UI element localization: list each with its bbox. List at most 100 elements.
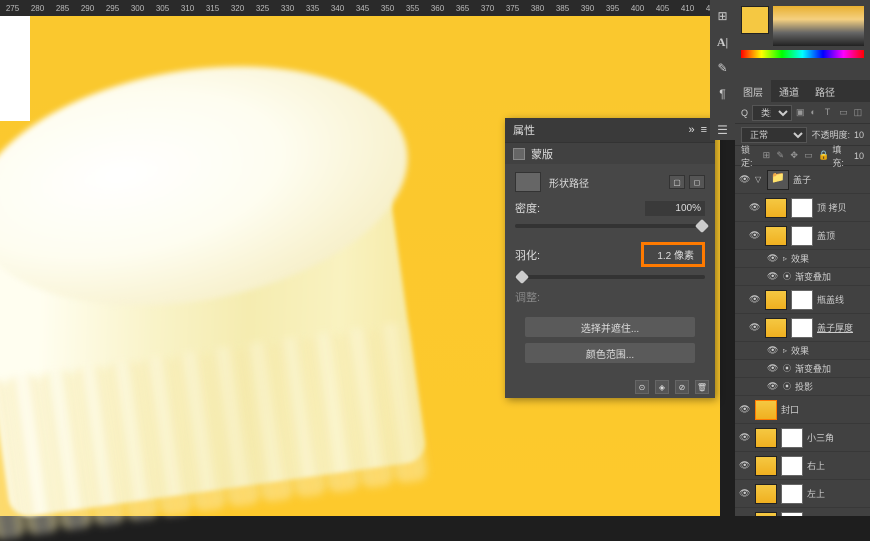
layer-name[interactable]: 左上 (807, 487, 825, 500)
pixel-mask-button[interactable]: ▢ (669, 175, 685, 189)
layer-item[interactable]: 👁 瓶盖线 (735, 286, 870, 314)
layer-name[interactable]: 瓶盖线 (817, 293, 844, 306)
adjust-icon[interactable]: ☰ (715, 122, 731, 138)
feather-slider[interactable] (515, 275, 705, 279)
tab-paths[interactable]: 路径 (807, 80, 843, 102)
mask-icon (513, 148, 525, 160)
vector-mask-button[interactable]: ◻ (689, 175, 705, 189)
collapse-icon[interactable]: » (688, 124, 694, 136)
mask-thumbnail[interactable] (781, 512, 803, 517)
layer-thumbnail[interactable] (755, 400, 777, 420)
mask-thumbnail[interactable] (791, 290, 813, 310)
layer-group[interactable]: 👁▽📁盖子 (735, 166, 870, 194)
layer-thumbnail[interactable] (765, 198, 787, 218)
opacity-value[interactable]: 10 (854, 130, 864, 140)
layer-name[interactable]: 盖顶 (817, 229, 835, 242)
visibility-icon[interactable]: 👁 (767, 253, 779, 264)
layer-item[interactable]: 👁右花纹 (735, 508, 870, 516)
hue-strip[interactable] (741, 50, 864, 58)
feather-highlight (641, 242, 705, 267)
select-and-mask-button[interactable]: 选择并遮住... (525, 317, 695, 337)
feather-input[interactable] (648, 247, 698, 262)
visibility-icon[interactable]: 👁 (767, 363, 779, 374)
layer-name[interactable]: 盖子厚度 (817, 321, 853, 334)
filter-pixel-icon[interactable]: ▣ (796, 107, 806, 119)
layer-thumbnail[interactable] (755, 428, 777, 448)
ruler-icon[interactable]: ⊞ (715, 8, 731, 24)
fill-value[interactable]: 10 (854, 151, 864, 161)
visibility-icon[interactable]: 👁 (739, 432, 751, 443)
visibility-icon[interactable]: 👁 (749, 294, 761, 305)
delete-mask-icon[interactable]: 🗑 (695, 380, 709, 394)
color-range-button[interactable]: 颜色范围... (525, 343, 695, 363)
options-strip: ⊞ A| ✎ ¶ ☰ (710, 0, 735, 140)
effects-label[interactable]: 👁▹效果 (735, 250, 870, 268)
visibility-icon[interactable]: 👁 (749, 202, 761, 213)
layer-name[interactable]: 小三角 (807, 431, 834, 444)
effect-item[interactable]: 👁⦿投影 (735, 378, 870, 396)
layer-thumbnail[interactable] (765, 290, 787, 310)
lock-pixel-icon[interactable]: ✎ (777, 150, 788, 162)
layer-name[interactable]: 顶 拷贝 (817, 201, 847, 214)
apply-mask-icon[interactable]: ◈ (655, 380, 669, 394)
layer-item[interactable]: 👁 封口 (735, 396, 870, 424)
visibility-icon[interactable]: 👁 (739, 460, 751, 471)
mask-thumbnail[interactable] (791, 226, 813, 246)
layer-item[interactable]: 👁 顶 拷贝 (735, 194, 870, 222)
effect-item[interactable]: 👁⦿渐变叠加 (735, 360, 870, 378)
paragraph-icon[interactable]: ¶ (715, 86, 731, 102)
chevron-icon: ▹ (783, 254, 787, 263)
layer-thumbnail[interactable] (755, 484, 777, 504)
mask-thumbnail[interactable] (781, 484, 803, 504)
layer-thumbnail[interactable] (765, 226, 787, 246)
mask-thumbnail[interactable] (791, 198, 813, 218)
filter-type-icon[interactable]: T (825, 107, 835, 119)
visibility-icon[interactable]: 👁 (767, 345, 779, 356)
lock-all-icon[interactable]: ⊞ (763, 150, 774, 162)
visibility-icon[interactable]: 👁 (767, 381, 779, 392)
layer-item[interactable]: 👁 右上 (735, 452, 870, 480)
menu-icon[interactable]: ≡ (701, 124, 707, 136)
visibility-icon[interactable]: 👁 (739, 488, 751, 499)
layer-item[interactable]: 👁 左上 (735, 480, 870, 508)
layer-item[interactable]: 👁 小三角 (735, 424, 870, 452)
mask-thumbnail[interactable] (791, 318, 813, 338)
kind-select[interactable]: 类型 (752, 105, 792, 121)
visibility-icon[interactable]: 👁 (767, 271, 779, 282)
expand-icon[interactable]: ▽ (755, 175, 763, 184)
mask-thumbnail[interactable] (781, 428, 803, 448)
layer-name[interactable]: 盖子 (793, 173, 811, 186)
filter-adjust-icon[interactable]: ◐ (810, 107, 820, 119)
visibility-icon[interactable]: 👁 (739, 174, 751, 185)
mask-thumbnail[interactable] (781, 456, 803, 476)
blend-mode-select[interactable]: 正常 (741, 127, 807, 143)
mask-thumbnail[interactable] (515, 172, 541, 192)
type-icon[interactable]: A| (715, 34, 731, 50)
foreground-color[interactable] (741, 6, 769, 34)
filter-smart-icon[interactable]: ◫ (854, 107, 864, 119)
tab-layers[interactable]: 图层 (735, 80, 771, 102)
lock-nest-icon[interactable]: ▭ (804, 150, 815, 162)
visibility-icon[interactable]: 👁 (749, 230, 761, 241)
layer-name[interactable]: 右上 (807, 459, 825, 472)
gradient-picker[interactable] (773, 6, 864, 46)
disable-mask-icon[interactable]: ⊘ (675, 380, 689, 394)
layer-thumbnail[interactable] (765, 318, 787, 338)
brush-icon[interactable]: ✎ (715, 60, 731, 76)
layer-item[interactable]: 👁 盖子厚度 (735, 314, 870, 342)
effect-item[interactable]: 👁⦿渐变叠加 (735, 268, 870, 286)
effects-label[interactable]: 👁▹效果 (735, 342, 870, 360)
layer-name[interactable]: 封口 (781, 403, 799, 416)
load-selection-icon[interactable]: ⊙ (635, 380, 649, 394)
lock-lock-icon[interactable]: 🔒 (818, 150, 829, 162)
tab-channels[interactable]: 通道 (771, 80, 807, 102)
layer-thumbnail[interactable] (755, 456, 777, 476)
visibility-icon[interactable]: 👁 (739, 404, 751, 415)
layer-item[interactable]: 👁 盖顶 (735, 222, 870, 250)
density-input[interactable] (645, 201, 705, 216)
density-slider[interactable] (515, 224, 705, 228)
visibility-icon[interactable]: 👁 (749, 322, 761, 333)
lock-pos-icon[interactable]: ✥ (790, 150, 801, 162)
filter-shape-icon[interactable]: ▭ (839, 107, 849, 119)
layer-thumbnail[interactable] (755, 512, 777, 517)
